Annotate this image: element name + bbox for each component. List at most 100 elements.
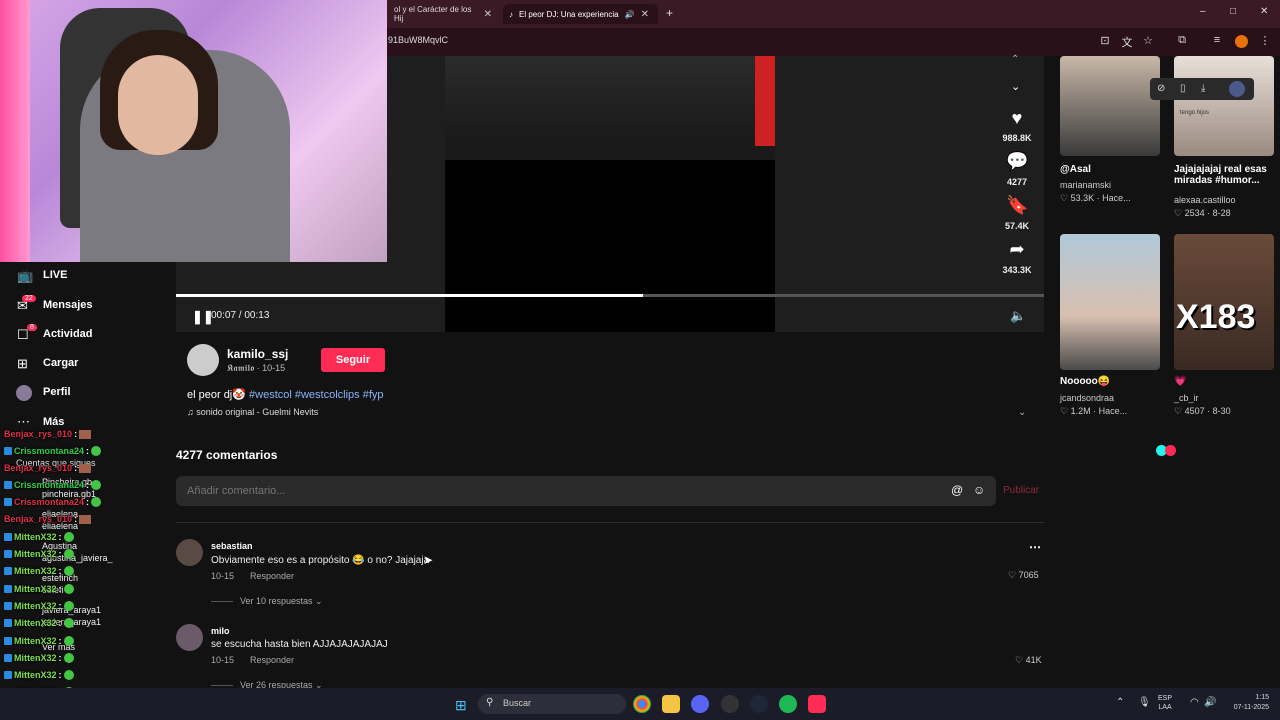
prev-video-icon[interactable]: ⌃	[1011, 54, 1019, 65]
comment-input[interactable]	[185, 484, 889, 498]
steam-app-icon[interactable]	[750, 695, 768, 713]
chat-username: MittenX32	[14, 618, 57, 628]
chrome-app-icon[interactable]	[633, 695, 651, 713]
more-icon[interactable]: ⋯	[17, 414, 30, 430]
rec-title[interactable]: @Asal	[1060, 164, 1164, 175]
comment-like[interactable]: ♡ 41K	[1015, 655, 1042, 666]
speaker-icon[interactable]: 🔊	[1204, 697, 1216, 708]
file-explorer-icon[interactable]	[662, 695, 680, 713]
bookmark-star-icon[interactable]: ☆	[1141, 34, 1155, 47]
creator-username[interactable]: kamilo_ssj	[227, 347, 288, 361]
translate-icon[interactable]: 文	[1120, 34, 1134, 50]
taskbar-search[interactable]	[478, 694, 626, 714]
profile-icon[interactable]	[16, 385, 32, 401]
comments-title: 4277 comentarios	[176, 448, 278, 462]
rec-title[interactable]: Nooooo😝	[1060, 376, 1164, 387]
rec-user[interactable]: marianamski	[1060, 180, 1111, 190]
publish-button[interactable]: Publicar	[1003, 485, 1039, 496]
rec-thumbnail[interactable]	[1060, 234, 1160, 370]
tab-close-icon[interactable]: ✕	[484, 9, 492, 20]
tab-close-icon[interactable]: ✕	[641, 9, 649, 20]
reading-list-icon[interactable]: ≡	[1210, 34, 1224, 46]
chat-username: MittenX32	[14, 566, 57, 576]
sidebar-item-messages[interactable]: Mensajes	[43, 299, 93, 311]
bookmark-icon[interactable]: 🔖	[1006, 195, 1028, 216]
extensions-icon[interactable]: ⧉	[1175, 34, 1189, 47]
tray-chevron-icon[interactable]: ⌃	[1116, 697, 1124, 708]
comment-author[interactable]: sebastian	[211, 541, 253, 551]
browser-tab[interactable]: ol y el Carácter de los Hij ✕	[388, 4, 498, 24]
audio-icon[interactable]: 🔊	[625, 10, 635, 19]
video-content	[445, 56, 775, 160]
sidebar-item-profile[interactable]: Perfil	[43, 386, 71, 398]
caption-hashtags[interactable]: #westcol #westcolclips #fyp	[249, 389, 384, 401]
url-field[interactable]: 91BuW8MqvlC	[388, 35, 448, 45]
rec-stats: ♡ 1.2M · Hace...	[1060, 406, 1128, 416]
chat-username: Crissmontana24	[14, 480, 85, 490]
rec-title[interactable]: Jajajajajaj real esas miradas #humor...	[1174, 164, 1278, 186]
rec-title[interactable]: 💗	[1174, 376, 1278, 387]
sidebar-item-activity[interactable]: Actividad	[43, 328, 93, 340]
sound-link[interactable]: ♫ sonido original - Guelmi Nevits	[187, 407, 318, 417]
share-count: 343.3K	[1002, 265, 1032, 275]
creator-avatar[interactable]	[187, 344, 219, 376]
heart-outline-icon: ♡	[1015, 655, 1024, 665]
mention-icon[interactable]: @	[951, 483, 963, 497]
rec-user[interactable]: _cb_ir	[1174, 393, 1199, 403]
upload-icon[interactable]: ⊞	[17, 356, 28, 372]
view-replies-button[interactable]: Ver 10 respuestas ⌄	[240, 596, 323, 607]
minimize-icon[interactable]: –	[1200, 6, 1206, 17]
chat-emote-icon	[63, 636, 74, 646]
reply-button[interactable]: Responder	[250, 655, 294, 665]
volume-icon[interactable]: 🔈	[1010, 308, 1026, 324]
rec-user[interactable]: jcandsondraa	[1060, 393, 1114, 403]
chat-emote-icon	[79, 514, 92, 524]
download-icon[interactable]: ⤓	[1201, 83, 1205, 94]
wifi-icon[interactable]: ◠	[1190, 697, 1199, 708]
expand-chevron-icon[interactable]: ⌄	[1018, 407, 1026, 418]
menu-icon[interactable]: ⋮	[1258, 34, 1272, 47]
share-icon[interactable]: ➦	[1006, 239, 1028, 260]
sidebar-item-more[interactable]: Más	[43, 416, 64, 428]
language-indicator[interactable]: ESP LAA	[1158, 694, 1172, 712]
restore-icon[interactable]: □	[1230, 6, 1236, 17]
comment-icon[interactable]: 💬	[1006, 151, 1028, 172]
chat-username: Benjax_rys_010	[4, 463, 73, 473]
new-tab-icon[interactable]: +	[666, 6, 673, 20]
spotify-app-icon[interactable]	[779, 695, 797, 713]
sidebar-item-upload[interactable]: Cargar	[43, 357, 78, 369]
messages-badge: 22	[22, 295, 36, 302]
rec-thumbnail[interactable]	[1060, 56, 1160, 156]
sidebar-item-live[interactable]: LIVE	[43, 269, 67, 281]
chat-separator: :	[58, 584, 62, 594]
obs-app-icon[interactable]	[721, 695, 739, 713]
rec-thumbnail[interactable]	[1174, 56, 1274, 156]
profile-avatar[interactable]	[1235, 35, 1248, 48]
heart-icon[interactable]: ♥	[1006, 108, 1028, 129]
comment-author[interactable]: milo	[211, 626, 230, 636]
rec-user[interactable]: alexaa.castilloo	[1174, 195, 1236, 205]
install-icon[interactable]: ⊡	[1098, 34, 1112, 47]
live-icon[interactable]: 📺	[17, 268, 33, 284]
comment-avatar[interactable]	[176, 539, 203, 566]
clock[interactable]: 1:15 07-11-2025	[1225, 693, 1269, 713]
follow-button[interactable]: Seguir	[321, 348, 385, 372]
heart-outline-icon: ♡	[1008, 570, 1017, 580]
chat-line: MittenX32 :	[4, 670, 74, 680]
close-window-icon[interactable]: ✕	[1260, 6, 1268, 17]
comment-count: 4277	[1006, 177, 1028, 187]
emoji-icon[interactable]: ☺	[973, 483, 985, 497]
comment-avatar[interactable]	[176, 624, 203, 651]
microphone-icon[interactable]: 🎙	[1138, 697, 1151, 708]
windows-start-icon[interactable]: ⊞	[455, 697, 467, 714]
tiktok-app-icon[interactable]	[808, 695, 826, 713]
reply-button[interactable]: Responder	[250, 571, 294, 581]
media-avatar[interactable]	[1229, 81, 1245, 97]
comment-options-icon[interactable]: ⋯	[1029, 540, 1041, 554]
pip-icon[interactable]: ⊘	[1157, 83, 1165, 94]
discord-app-icon[interactable]	[691, 695, 709, 713]
browser-tab-active[interactable]: ♪ El peor DJ: Una experiencia 🔊 ✕	[503, 4, 658, 24]
next-video-icon[interactable]: ⌄	[1011, 80, 1020, 93]
phone-icon[interactable]: ▯	[1180, 83, 1186, 94]
comment-like[interactable]: ♡ 7065	[1008, 570, 1039, 581]
